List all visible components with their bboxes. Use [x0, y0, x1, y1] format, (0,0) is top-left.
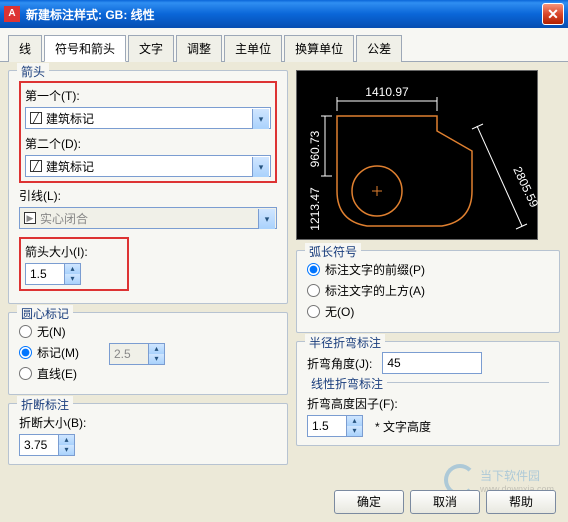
- tab-fit[interactable]: 调整: [176, 35, 222, 62]
- label-break-size: 折断大小(B):: [19, 414, 277, 431]
- arrow-tick-icon: ╱: [30, 112, 42, 124]
- ok-button[interactable]: 确定: [334, 490, 404, 514]
- dropdown-leader[interactable]: ▶ 实心闭合 ▾: [19, 207, 277, 229]
- dialog-footer: 确定 取消 帮助: [334, 490, 556, 514]
- group-center-mark: 圆心标记 无(N) 标记(M) 直线(E) ▴▾: [8, 312, 288, 395]
- tab-line[interactable]: 线: [8, 35, 42, 62]
- chevron-down-icon: ▾: [252, 157, 269, 177]
- app-icon: A: [4, 6, 20, 22]
- label-jog-suffix: * 文字高度: [375, 418, 431, 435]
- label-jog-angle: 折弯角度(J):: [307, 355, 372, 372]
- tab-alt-units[interactable]: 换算单位: [284, 35, 354, 62]
- spinner-break-size[interactable]: ▴▾: [19, 434, 75, 456]
- tab-symbols-arrows[interactable]: 符号和箭头: [44, 35, 126, 62]
- legend-linear-jog: 线性折弯标注: [307, 375, 387, 392]
- legend-radius-jog: 半径折弯标注: [305, 334, 385, 351]
- radio-arc-prefix[interactable]: 标注文字的前缀(P): [307, 261, 549, 278]
- svg-text:1410.97: 1410.97: [365, 85, 409, 99]
- input-break-size[interactable]: [20, 435, 58, 455]
- group-radius-jog: 半径折弯标注 折弯角度(J): 线性折弯标注 折弯高度因子(F): ▴▾ * 文…: [296, 341, 560, 446]
- arrow-tick-icon: ╱: [30, 160, 42, 172]
- spin-up-icon[interactable]: ▴: [65, 264, 80, 274]
- spinner-arrow-size[interactable]: ▴▾: [25, 263, 81, 285]
- help-button[interactable]: 帮助: [486, 490, 556, 514]
- spin-down-icon[interactable]: ▾: [59, 445, 74, 455]
- label-second-arrow: 第二个(D):: [25, 135, 271, 152]
- svg-text:2805.59: 2805.59: [510, 164, 539, 210]
- legend-break: 折断标注: [17, 396, 73, 413]
- tab-primary-units[interactable]: 主单位: [224, 35, 282, 62]
- spinner-center-size: ▴▾: [109, 343, 165, 365]
- input-jog-factor[interactable]: [308, 416, 346, 436]
- spin-up-icon: ▴: [149, 344, 164, 354]
- spin-up-icon[interactable]: ▴: [59, 435, 74, 445]
- input-arrow-size[interactable]: [26, 264, 64, 284]
- tab-strip: 线 符号和箭头 文字 调整 主单位 换算单位 公差: [0, 28, 568, 62]
- tab-tolerance[interactable]: 公差: [356, 35, 402, 62]
- group-arrowheads: 箭头 第一个(T): ╱ 建筑标记 ▾ 第二个(D): ╱ 建筑标记 ▾ 引线(…: [8, 70, 288, 304]
- label-jog-factor: 折弯高度因子(F):: [307, 395, 549, 412]
- radio-arc-none[interactable]: 无(O): [307, 303, 549, 320]
- radio-arc-above[interactable]: 标注文字的上方(A): [307, 282, 549, 299]
- svg-text:1213.47: 1213.47: [308, 187, 322, 231]
- highlight-arrow-size: 箭头大小(I): ▴▾: [19, 237, 129, 291]
- spin-down-icon[interactable]: ▾: [347, 426, 362, 436]
- radio-center-mark[interactable]: 标记(M): [19, 344, 79, 361]
- legend-center: 圆心标记: [17, 305, 73, 322]
- spin-down-icon: ▾: [149, 354, 164, 364]
- spin-down-icon[interactable]: ▾: [65, 274, 80, 284]
- arrow-filled-icon: ▶: [24, 212, 36, 224]
- dimension-preview: 1410.97 2805.59 960.73 1213.47: [296, 70, 538, 240]
- label-leader: 引线(L):: [19, 187, 277, 204]
- input-center-size: [110, 344, 148, 364]
- svg-text:960.73: 960.73: [308, 130, 322, 167]
- dropdown-first-arrow[interactable]: ╱ 建筑标记 ▾: [25, 107, 271, 129]
- highlight-arrowheads: 第一个(T): ╱ 建筑标记 ▾ 第二个(D): ╱ 建筑标记 ▾: [19, 81, 277, 183]
- legend-arc: 弧长符号: [305, 243, 361, 260]
- window-title: 新建标注样式: GB: 线性: [26, 6, 542, 23]
- spinner-jog-factor[interactable]: ▴▾: [307, 415, 363, 437]
- group-dim-break: 折断标注 折断大小(B): ▴▾: [8, 403, 288, 465]
- label-first-arrow: 第一个(T):: [25, 87, 271, 104]
- legend-arrowheads: 箭头: [17, 63, 49, 80]
- radio-center-line[interactable]: 直线(E): [19, 365, 79, 382]
- cancel-button[interactable]: 取消: [410, 490, 480, 514]
- label-arrow-size: 箭头大小(I):: [25, 243, 123, 260]
- title-bar: A 新建标注样式: GB: 线性 ✕: [0, 0, 568, 28]
- spin-up-icon[interactable]: ▴: [347, 416, 362, 426]
- chevron-down-icon: ▾: [252, 109, 269, 129]
- chevron-down-icon: ▾: [258, 209, 275, 229]
- dropdown-second-arrow[interactable]: ╱ 建筑标记 ▾: [25, 155, 271, 177]
- group-arc-length: 弧长符号 标注文字的前缀(P) 标注文字的上方(A) 无(O): [296, 250, 560, 333]
- input-jog-angle[interactable]: [382, 352, 482, 374]
- close-button[interactable]: ✕: [542, 3, 564, 25]
- tab-text[interactable]: 文字: [128, 35, 174, 62]
- radio-center-none[interactable]: 无(N): [19, 323, 79, 340]
- dialog-content: 箭头 第一个(T): ╱ 建筑标记 ▾ 第二个(D): ╱ 建筑标记 ▾ 引线(…: [0, 62, 568, 481]
